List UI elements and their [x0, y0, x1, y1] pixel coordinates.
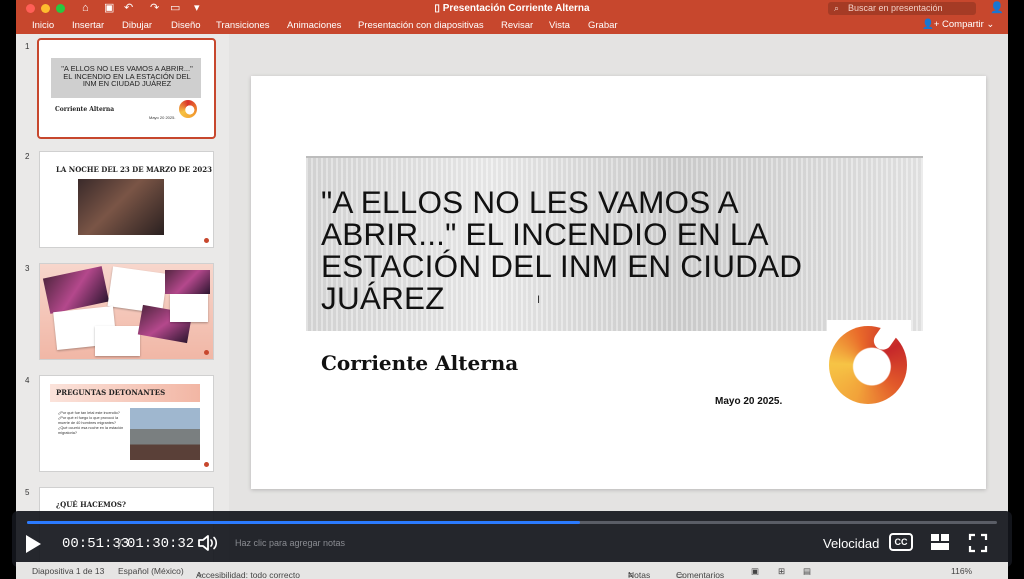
sorter-view-icon[interactable]: ⊞	[778, 566, 785, 577]
tab-diseno[interactable]: Diseño	[171, 20, 201, 31]
slide-thumbnails-pane: 1 "A ELLOS NO LES VAMOS A ABRIR..." EL I…	[16, 34, 229, 562]
status-bar: Diapositiva 1 de 13 Español (México) ✧ A…	[16, 562, 1008, 579]
thumb-photo	[130, 408, 200, 460]
thumb-title: LA NOCHE DEL 23 DE MARZO DE 2023	[56, 165, 212, 174]
tab-vista[interactable]: Vista	[549, 20, 570, 31]
notes-placeholder: Haz clic para agregar notas	[235, 538, 346, 548]
volume-icon[interactable]	[197, 533, 219, 553]
search-icon: ⌕	[834, 3, 840, 13]
play-icon[interactable]	[26, 535, 41, 553]
slide-editor: "A ELLOS NO LES VAMOS A ABRIR..." EL INC…	[229, 34, 1008, 562]
tab-grabar[interactable]: Grabar	[588, 20, 618, 31]
title-bar: ⌂ ▣ ↶ ↷ ▭ ▾ ▯ Presentación Corriente Alt…	[16, 0, 1008, 17]
duration: 01:30:32	[127, 536, 195, 552]
slide-thumbnail-4[interactable]: PREGUNTAS DETONANTES ¿Por qué fue tan le…	[39, 375, 214, 472]
thumb-number: 3	[25, 264, 30, 273]
thumb-number: 4	[25, 376, 30, 385]
slide-thumbnail-3[interactable]	[39, 263, 214, 360]
speed-button[interactable]: Velocidad	[823, 536, 879, 551]
thumb-number: 5	[25, 488, 30, 497]
chapters-icon[interactable]	[930, 533, 950, 551]
thumb-title: PREGUNTAS DETONANTES	[56, 388, 166, 397]
current-slide[interactable]: "A ELLOS NO LES VAMOS A ABRIR..." EL INC…	[251, 76, 986, 489]
search-input[interactable]: ⌕ Buscar en presentación	[828, 2, 976, 15]
slide-subtitle[interactable]: Corriente Alterna	[321, 351, 518, 375]
tab-dibujar[interactable]: Dibujar	[122, 20, 152, 31]
slide-title[interactable]: "A ELLOS NO LES VAMOS A ABRIR..." EL INC…	[321, 186, 861, 314]
thumb-number: 2	[25, 152, 30, 161]
progress-fill	[27, 521, 580, 524]
slide-thumbnail-1[interactable]: "A ELLOS NO LES VAMOS A ABRIR..." EL INC…	[37, 38, 216, 139]
thumb-photo	[78, 179, 164, 235]
time-separator: /	[118, 536, 122, 552]
text-cursor-icon: I	[537, 294, 541, 306]
thumb-subtitle: Corriente Alterna	[55, 106, 115, 113]
tab-presentacion[interactable]: Presentación con diapositivas	[358, 20, 484, 31]
tab-inicio[interactable]: Inicio	[32, 20, 54, 31]
zoom-level[interactable]: 116%	[951, 566, 972, 576]
thumb-date: Mayo 20 2025.	[149, 115, 176, 120]
progress-bar[interactable]	[27, 521, 997, 524]
thumb-title: "A ELLOS NO LES VAMOS A ABRIR..." EL INC…	[61, 64, 193, 88]
video-player-controls: 00:51:33 / 01:30:32 Haz clic para agrega…	[12, 511, 1012, 567]
slide-date[interactable]: Mayo 20 2025.	[715, 396, 782, 407]
account-icon[interactable]: 👤	[990, 1, 1004, 14]
tab-insertar[interactable]: Insertar	[72, 20, 104, 31]
normal-view-icon[interactable]: ▣	[751, 566, 759, 577]
slide-thumbnail-2[interactable]: LA NOCHE DEL 23 DE MARZO DE 2023	[39, 151, 214, 248]
thumb-bullet: ¿Qué ocurrió esa noche en la estación mi…	[58, 426, 124, 435]
thumb-title: ¿QUÉ HACEMOS?	[56, 500, 127, 509]
share-button[interactable]: 👤+ Compartir ⌄	[922, 19, 994, 30]
thumb-photo	[165, 270, 210, 294]
reading-view-icon[interactable]: ▤	[803, 566, 811, 577]
file-icon: ▯	[434, 3, 443, 14]
language-indicator[interactable]: Español (México)	[118, 566, 184, 576]
ribbon-tabs: Inicio Insertar Dibujar Diseño Transicio…	[16, 17, 1008, 34]
slide-counter: Diapositiva 1 de 13	[32, 566, 105, 576]
add-person-icon: 👤+	[922, 19, 943, 30]
thumb-number: 1	[25, 42, 30, 51]
tab-animaciones[interactable]: Animaciones	[287, 20, 341, 31]
logo-icon	[179, 100, 197, 118]
tab-transiciones[interactable]: Transiciones	[216, 20, 270, 31]
closed-captions-icon[interactable]: CC	[889, 533, 913, 551]
thumb-bullet: ¿Por qué el fuego lo que provocó la muer…	[58, 416, 119, 425]
tab-revisar[interactable]: Revisar	[501, 20, 533, 31]
fullscreen-icon[interactable]	[968, 533, 988, 553]
